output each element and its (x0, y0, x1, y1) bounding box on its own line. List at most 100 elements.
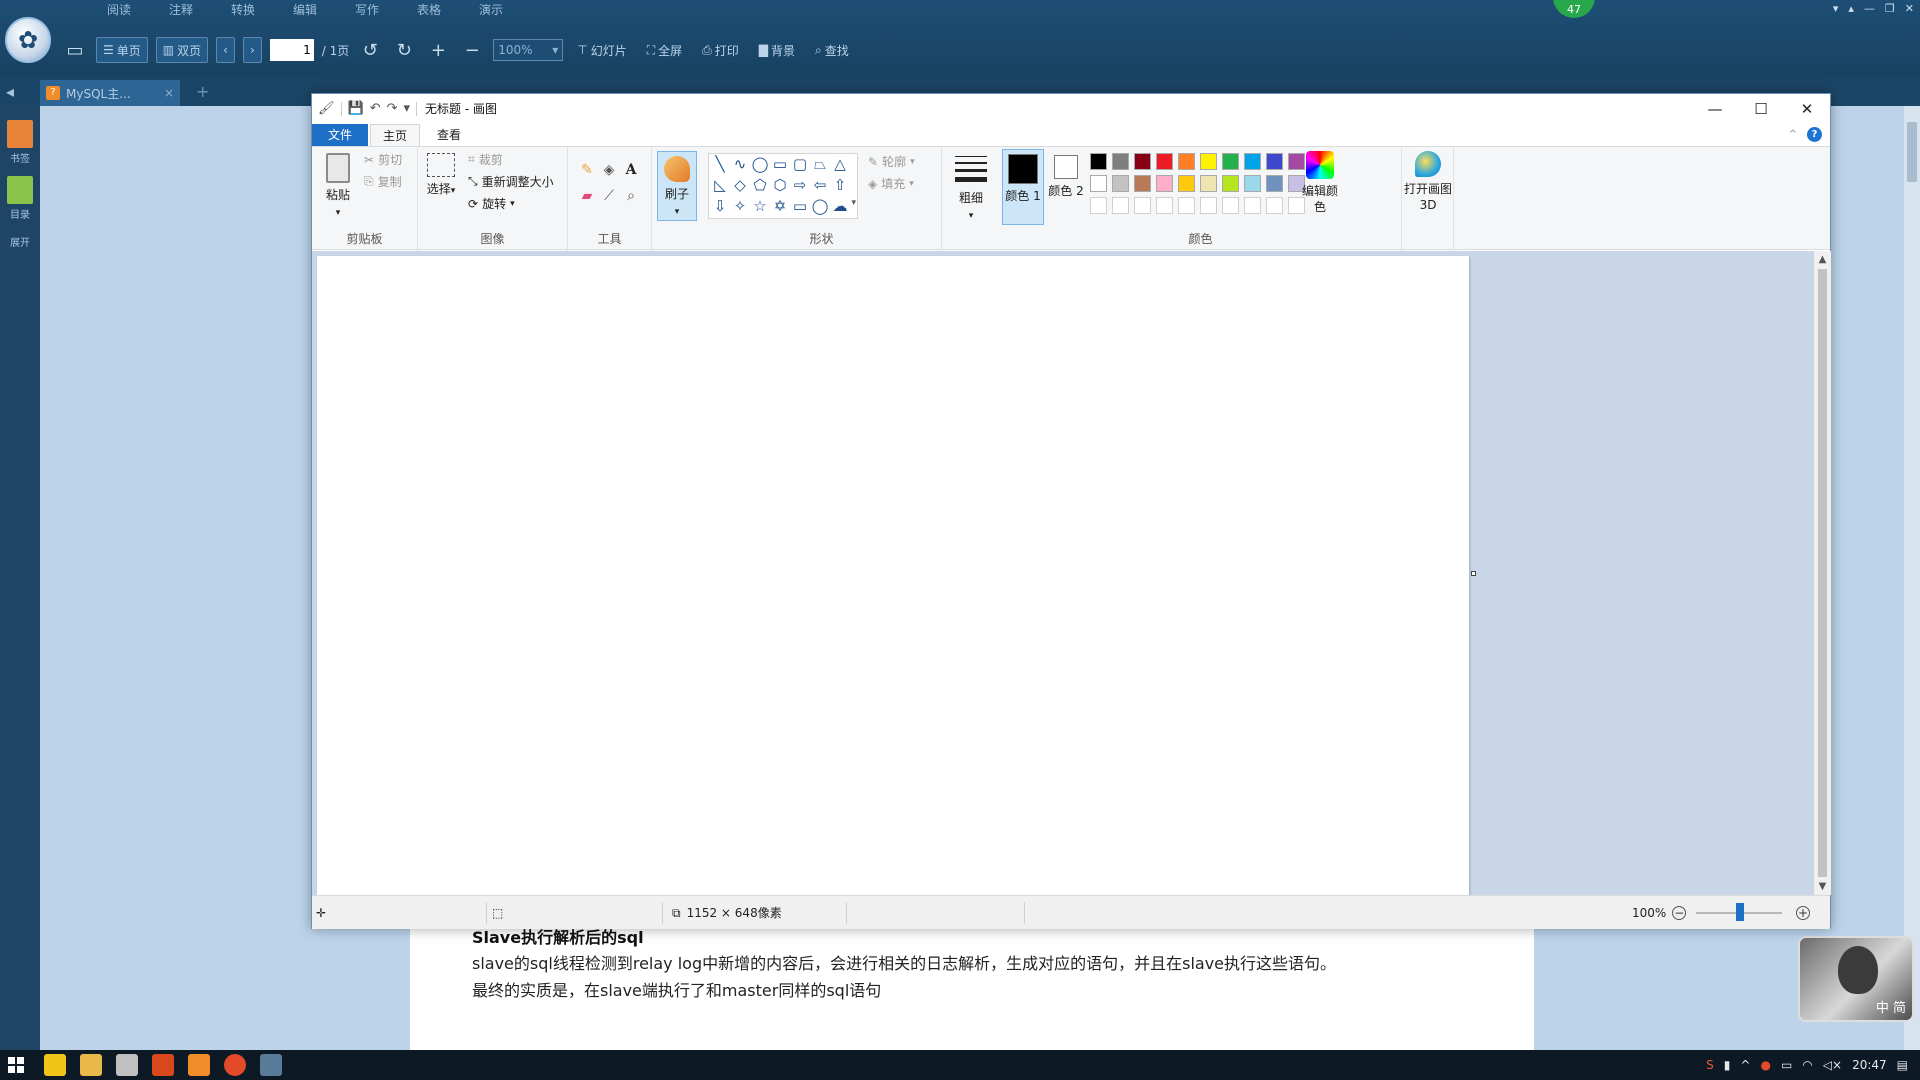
callout-cloud-shape-icon[interactable]: ☁ (831, 197, 849, 215)
zoom-out-button[interactable]: − (1672, 906, 1687, 920)
undo-icon[interactable]: ↶ (370, 101, 381, 116)
color-swatch[interactable] (1090, 153, 1107, 170)
hexagon-shape-icon[interactable]: ⬡ (771, 176, 789, 194)
slideshow-button[interactable]: ⊤ 幻灯片 (571, 37, 632, 63)
color-swatch[interactable] (1222, 153, 1239, 170)
close-tab-icon[interactable]: × (164, 86, 174, 100)
color-picker-icon[interactable]: ⟋ (600, 187, 618, 205)
color-swatch[interactable] (1178, 175, 1195, 192)
color-swatch[interactable] (1200, 153, 1217, 170)
minimize-button[interactable]: — (1692, 94, 1738, 124)
folder-icon[interactable]: ▭ (62, 40, 88, 61)
color-swatch[interactable] (1156, 175, 1173, 192)
select-button[interactable]: 选择▾ (426, 153, 456, 199)
color-swatch[interactable] (1112, 197, 1129, 214)
menu-read[interactable]: 阅读 (88, 0, 150, 20)
color-swatch[interactable] (1200, 175, 1217, 192)
tab-home[interactable]: 主页 (370, 124, 420, 146)
right-triangle-shape-icon[interactable]: ◺ (711, 176, 729, 194)
magnifier-icon[interactable]: ⌕ (622, 187, 640, 205)
skin-icon[interactable]: ▴ (1848, 2, 1854, 15)
paint-app-icon[interactable] (260, 1054, 282, 1076)
rounded-rect-shape-icon[interactable]: ▢ (791, 155, 809, 173)
zoom-in-icon[interactable]: + (425, 40, 451, 61)
color-swatch[interactable] (1266, 153, 1283, 170)
color-swatch[interactable] (1178, 197, 1195, 214)
tab-view[interactable]: 查看 (424, 124, 474, 146)
help-icon[interactable]: ? (1807, 127, 1822, 142)
battery-icon[interactable]: ▮ (1724, 1058, 1731, 1072)
color-swatch[interactable] (1112, 175, 1129, 192)
close-button[interactable]: ✕ (1784, 94, 1830, 124)
menu-edit[interactable]: 编辑 (274, 0, 336, 20)
copy-button[interactable]: ⎘ 复制 (364, 173, 402, 190)
color-swatch[interactable] (1156, 153, 1173, 170)
color-swatch[interactable] (1090, 175, 1107, 192)
save-icon[interactable]: 💾 (348, 101, 364, 116)
close-icon[interactable]: ✕ (1905, 2, 1914, 15)
customize-toolbar-icon[interactable]: ▾ (404, 101, 411, 116)
zoom-out-icon[interactable]: − (459, 40, 485, 61)
restore-icon[interactable]: ❐ (1885, 2, 1895, 15)
app-logo-icon[interactable]: ✿ (5, 17, 51, 63)
pentagon-shape-icon[interactable]: ⬠ (751, 176, 769, 194)
rectangle-shape-icon[interactable]: ▭ (771, 155, 789, 173)
shapes-expand-icon[interactable]: ▾ (851, 198, 856, 208)
color2-button[interactable]: 颜色 2 (1048, 153, 1084, 199)
open-paint3d-button[interactable]: 打开画图 3D (1404, 151, 1452, 213)
collapse-ribbon-icon[interactable]: ^ (1789, 129, 1797, 140)
antivirus-icon[interactable]: ● (1760, 1058, 1770, 1072)
cut-button[interactable]: ✂ 剪切 (364, 151, 402, 168)
callout-oval-shape-icon[interactable]: ◯ (811, 197, 829, 215)
menu-present[interactable]: 演示 (460, 0, 522, 20)
resize-button[interactable]: ⤡ 重新调整大小 (468, 173, 554, 190)
polygon-shape-icon[interactable]: ⏢ (811, 155, 829, 173)
triangle-shape-icon[interactable]: △ (831, 155, 849, 173)
volume-mute-icon[interactable]: ◁× (1823, 1058, 1842, 1072)
rotate-left-icon[interactable]: ↺ (357, 40, 383, 61)
color-swatch[interactable] (1244, 153, 1261, 170)
zoom-slider-thumb[interactable] (1736, 903, 1744, 921)
curve-shape-icon[interactable]: ∿ (731, 155, 749, 173)
star5-shape-icon[interactable]: ☆ (751, 197, 769, 215)
eraser-icon[interactable]: ▰ (578, 187, 596, 205)
next-page-button[interactable]: › (242, 37, 262, 63)
reader-app-icon[interactable] (188, 1054, 210, 1076)
outline-button[interactable]: ✎ 轮廓 ▾ (868, 153, 915, 170)
zoom-select[interactable]: 100% (493, 39, 564, 61)
star4-shape-icon[interactable]: ✧ (731, 197, 749, 215)
reader-scrollbar[interactable] (1904, 106, 1920, 1050)
color-swatch[interactable] (1200, 197, 1217, 214)
crop-button[interactable]: ⌗ 裁剪 (468, 151, 503, 168)
color-swatch[interactable] (1222, 197, 1239, 214)
color-swatch[interactable] (1244, 197, 1261, 214)
document-tab[interactable]: ? MySQL主... × (40, 80, 180, 106)
color-swatch[interactable] (1266, 175, 1283, 192)
scroll-down-icon[interactable]: ▼ (1814, 878, 1831, 895)
background-button[interactable]: ▇ 背景 (753, 37, 801, 63)
paste-button[interactable]: 粘贴 ▾ (320, 153, 356, 221)
color-swatch[interactable] (1156, 197, 1173, 214)
prev-page-button[interactable]: ‹ (216, 37, 235, 63)
edit-colors-button[interactable]: 编辑颜色 (1300, 151, 1340, 215)
rotate-button[interactable]: ⟳ 旋转 ▾ (468, 195, 515, 212)
color-swatch[interactable] (1266, 197, 1283, 214)
calculator-icon[interactable] (116, 1054, 138, 1076)
menu-table[interactable]: 表格 (398, 0, 460, 20)
minimize-icon[interactable]: — (1864, 2, 1875, 15)
canvas-resize-handle[interactable] (1471, 571, 1476, 576)
color-swatch[interactable] (1222, 175, 1239, 192)
rotate-right-icon[interactable]: ↻ (391, 40, 417, 61)
zoom-in-button[interactable]: + (1796, 906, 1810, 920)
pencil-icon[interactable]: ✎ (578, 161, 596, 179)
color-swatch[interactable] (1134, 197, 1151, 214)
diamond-shape-icon[interactable]: ◇ (731, 176, 749, 194)
fill-button[interactable]: ◈ 填充 ▾ (868, 175, 914, 192)
clock[interactable]: 20:47 (1852, 1058, 1887, 1072)
size-button[interactable]: 粗细 ▾ (948, 153, 994, 224)
print-button[interactable]: ⎙ 打印 (696, 37, 745, 63)
double-page-button[interactable]: ▥ 双页 (155, 37, 209, 63)
input-method-icon[interactable]: S (1706, 1058, 1714, 1072)
fullscreen-button[interactable]: ⛶ 全屏 (641, 37, 688, 63)
dropdown-icon[interactable]: ▾ (1833, 2, 1839, 15)
